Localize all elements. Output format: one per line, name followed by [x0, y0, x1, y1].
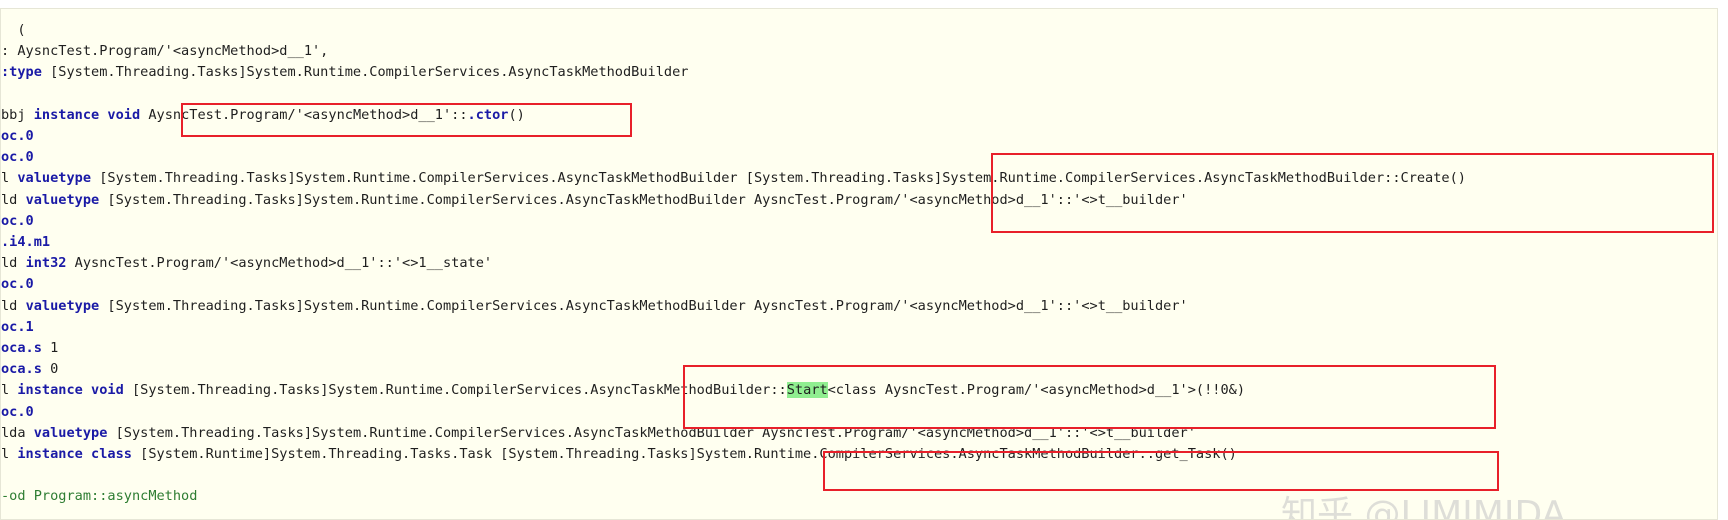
- code-text: [System.Threading.Tasks]System.Runtime.C…: [99, 297, 1188, 314]
- code-line: oca.s 1: [1, 338, 58, 359]
- code-line: ld valuetype [System.Threading.Tasks]Sys…: [1, 296, 1188, 317]
- code-line: l valuetype [System.Threading.Tasks]Syst…: [1, 168, 1466, 189]
- code-keyword: valuetype: [33, 424, 108, 441]
- code-comment: -od Program::asyncMethod: [1, 488, 198, 505]
- code-line: :type [System.Threading.Tasks]System.Run…: [1, 62, 688, 83]
- code-line: : AysncTest.Program/'<asyncMethod>d__1',: [1, 41, 328, 62]
- il-code-panel: ( : AysncTest.Program/'<asyncMethod>d__1'…: [0, 8, 1718, 520]
- code-keyword: oca.s: [1, 361, 42, 378]
- code-text: (: [1, 22, 26, 38]
- code-text: [System.Threading.Tasks]System.Runtime.C…: [41, 64, 689, 81]
- code-keyword: valuetype: [25, 297, 100, 314]
- code-text: [System.Threading.Tasks]System.Runtime.C…: [99, 191, 1188, 208]
- code-text: AysncTest.Program/'<asyncMethod>d__1'::'…: [66, 255, 493, 272]
- code-text: : AysncTest.Program/'<asyncMethod>d__1',: [1, 43, 329, 60]
- code-line: oca.s 0: [1, 359, 58, 380]
- code-keyword: instance void: [17, 382, 124, 399]
- code-text: [System.Threading.Tasks]System.Runtime.C…: [107, 424, 1196, 441]
- code-keyword: :type: [1, 64, 42, 81]
- code-keyword: instance class: [17, 446, 132, 462]
- code-line: oc.0: [1, 402, 34, 423]
- code-line: bbj instance void AysncTest.Program/'<as…: [1, 105, 525, 126]
- code-suffix: (): [508, 106, 525, 123]
- code-keyword: oc.0: [1, 149, 34, 166]
- code-line: oc.1: [1, 317, 34, 338]
- code-highlight: Start: [786, 382, 828, 399]
- code-text: [System.Runtime]System.Threading.Tasks.T…: [131, 446, 1237, 462]
- code-suffix: <class AysncTest.Program/'<asyncMethod>d…: [827, 382, 1246, 399]
- code-line: oc.0: [1, 211, 34, 232]
- code-keyword: int32: [25, 255, 67, 272]
- code-keyword: .ctor: [467, 106, 509, 123]
- code-line: (: [1, 20, 26, 41]
- code-prefix: bbj: [1, 106, 34, 123]
- code-keyword: valuetype: [17, 170, 92, 187]
- code-prefix: l: [1, 446, 18, 462]
- code-line: oc.0: [1, 274, 34, 295]
- code-keyword: oc.1: [1, 318, 34, 335]
- code-text: [System.Threading.Tasks]System.Runtime.C…: [91, 170, 1466, 187]
- code-keyword: oc.0: [1, 403, 34, 420]
- code-keyword: oca.s: [1, 340, 42, 356]
- code-prefix: ld: [1, 297, 26, 314]
- code-line: ld int32 AysncTest.Program/'<asyncMethod…: [1, 253, 492, 274]
- code-text: 1: [41, 340, 59, 356]
- code-prefix: l: [1, 170, 18, 187]
- code-line: .i4.m1: [1, 232, 50, 253]
- code-line: oc.0: [1, 126, 34, 147]
- code-keyword: instance void: [33, 106, 141, 123]
- code-line: oc.0: [1, 147, 34, 168]
- code-keyword: oc.0: [1, 212, 34, 229]
- code-keyword: .i4.m1: [1, 234, 51, 250]
- code-line: ld valuetype [System.Threading.Tasks]Sys…: [1, 190, 1188, 211]
- code-keyword: oc.0: [1, 276, 34, 293]
- code-keyword: oc.0: [1, 128, 34, 144]
- code-prefix: l: [1, 382, 18, 399]
- code-keyword: valuetype: [25, 191, 100, 208]
- code-line: l instance void [System.Threading.Tasks]…: [1, 380, 1245, 401]
- code-text: 0: [41, 361, 59, 378]
- code-line: l instance class [System.Runtime]System.…: [1, 444, 1237, 465]
- zhihu-watermark: 知乎 @LIMIMIDA: [1281, 494, 1567, 520]
- code-prefix: ld: [1, 255, 26, 272]
- code-line: -od Program::asyncMethod: [1, 486, 197, 507]
- code-text: AysncTest.Program/'<asyncMethod>d__1'::: [140, 106, 468, 123]
- code-prefix: ld: [1, 191, 26, 208]
- code-text: [System.Threading.Tasks]System.Runtime.C…: [123, 382, 787, 399]
- code-line: lda valuetype [System.Threading.Tasks]Sy…: [1, 423, 1196, 444]
- code-prefix: lda: [1, 424, 34, 441]
